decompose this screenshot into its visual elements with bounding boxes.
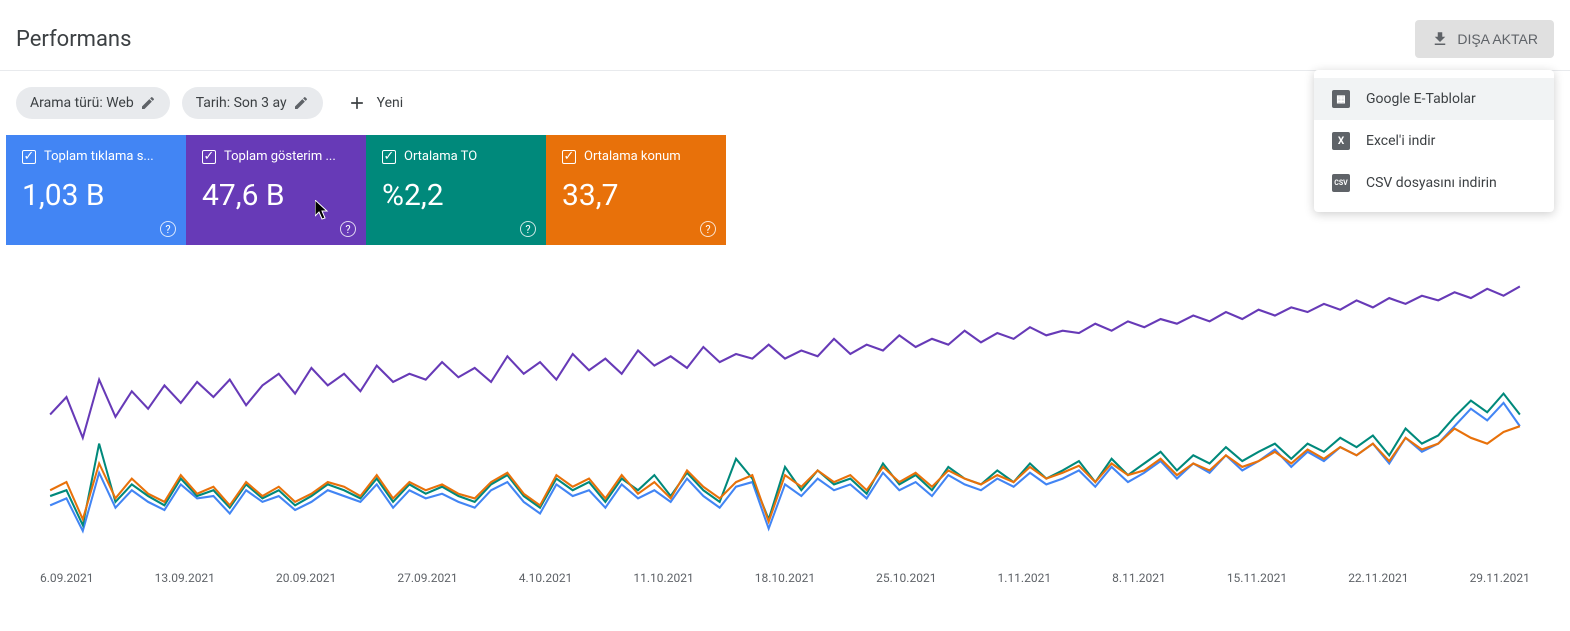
add-filter-button[interactable]: Yeni <box>335 85 416 121</box>
help-icon[interactable]: ? <box>340 221 356 237</box>
metric-clicks-label: Toplam tıklama s... <box>44 149 154 164</box>
x-axis-tick: 11.10.2021 <box>633 571 693 585</box>
metric-impressions-label: Toplam gösterim ... <box>224 149 336 164</box>
export-option-csv-label: CSV dosyasını indirin <box>1366 175 1497 191</box>
export-option-excel[interactable]: X Excel'i indir <box>1314 120 1554 162</box>
x-axis-tick: 18.10.2021 <box>755 571 815 585</box>
plus-icon <box>347 93 367 113</box>
export-dropdown: ▦ Google E-Tablolar X Excel'i indir CSV … <box>1314 70 1554 212</box>
metric-card-ctr[interactable]: ✓ Ortalama TO %2,2 ? <box>366 135 546 245</box>
performance-chart[interactable] <box>30 265 1540 565</box>
add-filter-label: Yeni <box>377 95 404 111</box>
download-icon <box>1431 30 1449 48</box>
help-icon[interactable]: ? <box>700 221 716 237</box>
filter-search-type-label: Arama türü: Web <box>30 95 134 111</box>
x-axis-tick: 1.11.2021 <box>998 571 1052 585</box>
x-axis-tick: 6.09.2021 <box>40 571 94 585</box>
metric-position-label: Ortalama konum <box>584 149 681 164</box>
x-axis-tick: 22.11.2021 <box>1348 571 1408 585</box>
export-button[interactable]: DIŞA AKTAR <box>1415 20 1554 58</box>
checkbox-icon: ✓ <box>202 150 216 164</box>
metric-card-impressions[interactable]: ✓ Toplam gösterim ... 47,6 B ? <box>186 135 366 245</box>
x-axis-tick: 8.11.2021 <box>1112 571 1166 585</box>
edit-icon <box>140 95 156 111</box>
page-title: Performans <box>16 27 131 52</box>
checkbox-icon: ✓ <box>382 150 396 164</box>
edit-icon <box>293 95 309 111</box>
chart-x-axis: 6.09.2021 13.09.2021 20.09.2021 27.09.2021 4… <box>0 565 1570 585</box>
metric-position-value: 33,7 <box>562 178 710 213</box>
x-axis-tick: 27.09.2021 <box>397 571 457 585</box>
x-axis-tick: 4.10.2021 <box>519 571 573 585</box>
help-icon[interactable]: ? <box>520 221 536 237</box>
x-axis-tick: 15.11.2021 <box>1227 571 1287 585</box>
export-label: DIŞA AKTAR <box>1457 31 1538 47</box>
export-option-csv[interactable]: CSV CSV dosyasını indirin <box>1314 162 1554 204</box>
sheets-icon: ▦ <box>1332 90 1350 108</box>
csv-icon: CSV <box>1332 174 1350 192</box>
x-axis-tick: 20.09.2021 <box>276 571 336 585</box>
excel-icon: X <box>1332 132 1350 150</box>
export-option-sheets[interactable]: ▦ Google E-Tablolar <box>1314 78 1554 120</box>
checkbox-icon: ✓ <box>22 150 36 164</box>
export-option-sheets-label: Google E-Tablolar <box>1366 91 1476 107</box>
x-axis-tick: 25.10.2021 <box>876 571 936 585</box>
checkbox-icon: ✓ <box>562 150 576 164</box>
filter-date-label: Tarih: Son 3 ay <box>196 95 287 111</box>
metric-card-position[interactable]: ✓ Ortalama konum 33,7 ? <box>546 135 726 245</box>
filter-date[interactable]: Tarih: Son 3 ay <box>182 87 323 119</box>
export-option-excel-label: Excel'i indir <box>1366 133 1435 149</box>
metric-clicks-value: 1,03 B <box>22 178 170 213</box>
x-axis-tick: 29.11.2021 <box>1470 571 1530 585</box>
metric-ctr-label: Ortalama TO <box>404 149 477 164</box>
metric-impressions-value: 47,6 B <box>202 178 350 213</box>
metric-card-clicks[interactable]: ✓ Toplam tıklama s... 1,03 B ? <box>6 135 186 245</box>
metric-ctr-value: %2,2 <box>382 178 530 213</box>
filter-search-type[interactable]: Arama türü: Web <box>16 87 170 119</box>
help-icon[interactable]: ? <box>160 221 176 237</box>
x-axis-tick: 13.09.2021 <box>155 571 215 585</box>
